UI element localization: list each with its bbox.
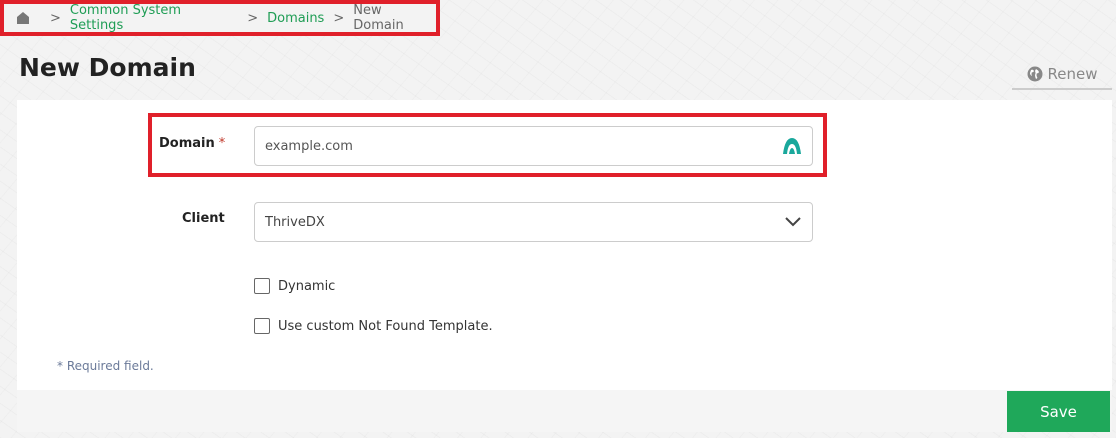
breadcrumb: > Common System Settings > Domains > New… [0, 0, 440, 36]
renew-label: Renew [1047, 65, 1098, 83]
domain-validation-icon [783, 138, 801, 154]
client-label-text: Client [182, 211, 225, 226]
custom-not-found-checkbox[interactable] [254, 318, 270, 334]
client-select[interactable]: ThriveDX [254, 202, 813, 242]
domain-label: Domain * [159, 136, 225, 151]
breadcrumb-domains[interactable]: Domains [267, 11, 324, 26]
breadcrumb-separator: > [49, 10, 61, 26]
custom-not-found-checkbox-label: Use custom Not Found Template. [278, 318, 493, 334]
dynamic-checkbox-label: Dynamic [278, 278, 336, 294]
save-button[interactable]: Save [1007, 391, 1110, 432]
client-label: Client [182, 211, 225, 226]
home-icon[interactable] [17, 12, 29, 24]
globe-icon [1027, 66, 1042, 82]
breadcrumb-separator: > [247, 10, 259, 26]
custom-not-found-checkbox-row[interactable]: Use custom Not Found Template. [254, 318, 493, 334]
breadcrumb-separator: > [333, 10, 345, 26]
dynamic-checkbox-row[interactable]: Dynamic [254, 278, 335, 294]
chevron-down-icon [785, 217, 801, 227]
renew-button[interactable]: Renew [1012, 60, 1112, 90]
domain-input-placeholder: example.com [265, 138, 353, 154]
breadcrumb-common-system-settings[interactable]: Common System Settings [70, 3, 238, 33]
domain-input[interactable]: example.com [254, 126, 813, 166]
required-field-note: * Required field. [57, 359, 154, 373]
page-title: New Domain [19, 53, 196, 82]
client-select-value: ThriveDX [265, 214, 325, 230]
form-footer [17, 390, 1112, 432]
domain-label-text: Domain [159, 136, 215, 151]
required-marker: * [218, 136, 226, 151]
breadcrumb-current: New Domain [353, 3, 404, 33]
dynamic-checkbox[interactable] [254, 278, 270, 294]
